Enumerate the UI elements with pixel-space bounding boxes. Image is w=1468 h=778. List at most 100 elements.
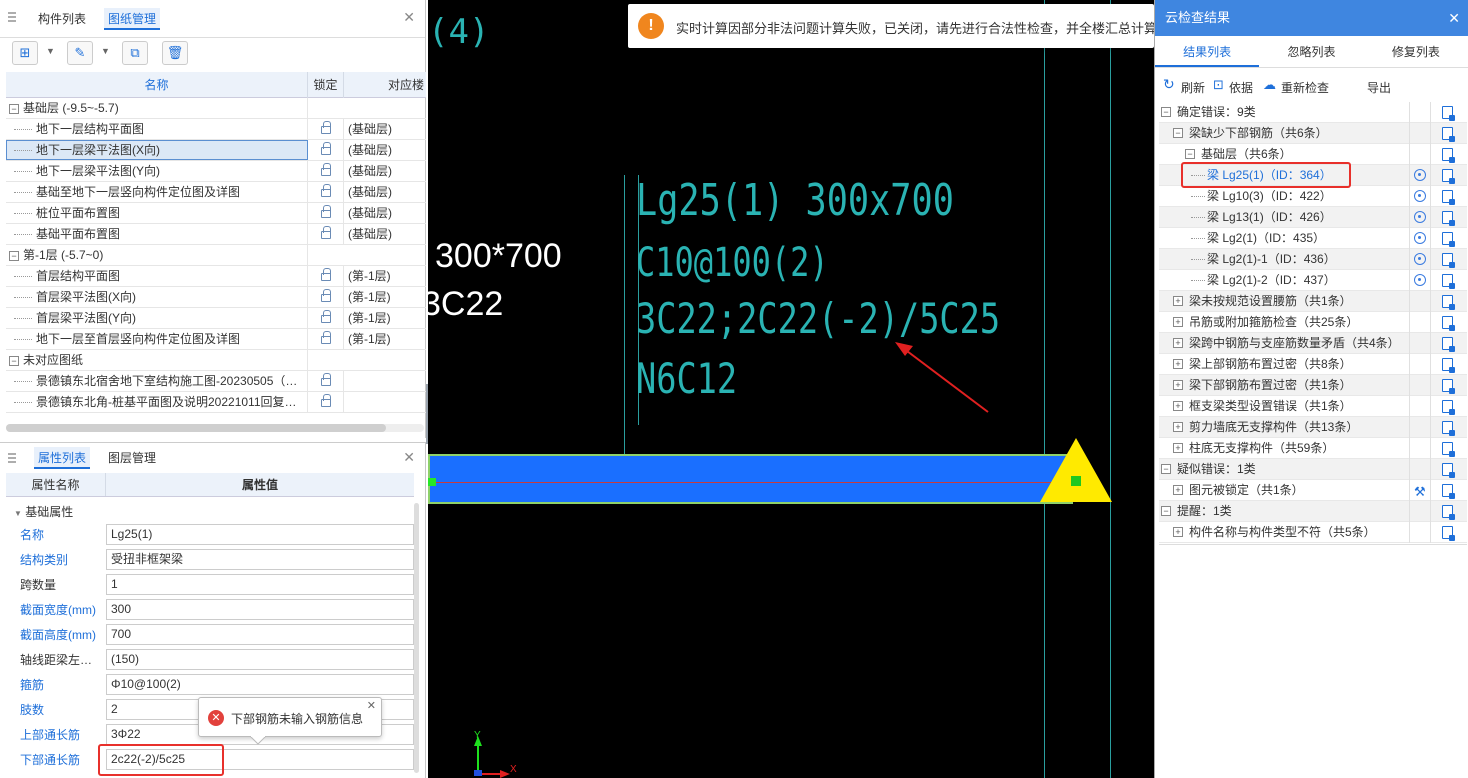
lock-icon[interactable] xyxy=(320,331,331,344)
drawing-group-row[interactable]: − 未对应图纸 xyxy=(6,350,426,371)
tab-layer-management[interactable]: 图层管理 xyxy=(104,447,160,469)
document-icon[interactable] xyxy=(1442,295,1455,310)
check-tree-row[interactable]: + 梁未按规范设置腰筋（共1条） xyxy=(1159,291,1467,312)
collapse-icon[interactable]: − xyxy=(1161,464,1171,474)
drawing-row[interactable]: 桩位平面布置图 (基础层) xyxy=(6,203,426,224)
tab-ignore-list[interactable]: 忽略列表 xyxy=(1259,36,1363,67)
check-tree-row[interactable]: − 疑似错误：1类 xyxy=(1159,459,1467,480)
basis-button[interactable]: 依据 xyxy=(1229,79,1253,96)
check-tree-row[interactable]: + 构件名称与构件类型不符（共5条） xyxy=(1159,522,1467,543)
check-tree-row[interactable]: 梁 Lg2(1)-2（ID：437） xyxy=(1159,270,1467,291)
cloud-recheck-icon[interactable]: ☁ xyxy=(1263,77,1276,93)
col-floor[interactable]: 对应楼 xyxy=(344,72,426,98)
drawing-group-row[interactable]: − 基础层 (-9.5~-5.7) xyxy=(6,98,426,119)
document-icon[interactable] xyxy=(1442,337,1455,352)
expand-icon[interactable]: + xyxy=(1173,338,1183,348)
beam-grip[interactable] xyxy=(428,478,436,486)
property-value-field[interactable]: 700 xyxy=(106,624,414,645)
chevron-down-icon[interactable]: ▼ xyxy=(46,46,55,56)
close-icon[interactable]: ✕ xyxy=(403,449,415,466)
drawing-row[interactable]: 地下一层梁平法图(X向) (基础层) xyxy=(6,140,426,161)
lock-cell[interactable] xyxy=(308,140,344,160)
check-tree-row[interactable]: − 确定错误：9类 xyxy=(1159,102,1467,123)
recheck-button[interactable]: 重新检查 xyxy=(1281,79,1329,96)
expand-icon[interactable]: + xyxy=(1173,422,1183,432)
refresh-button[interactable]: 刷新 xyxy=(1181,79,1205,96)
beam-element[interactable] xyxy=(428,454,1073,504)
document-icon[interactable] xyxy=(1442,358,1455,373)
drawing-group-row[interactable]: − 第-1层 (-5.7~0) xyxy=(6,245,426,266)
drawing-row[interactable]: 基础至地下一层竖向构件定位图及详图 (基础层) xyxy=(6,182,426,203)
column-triangle[interactable] xyxy=(1038,436,1114,504)
drawing-row[interactable]: 景德镇东北角-桩基平面图及说明20221011回复… xyxy=(6,392,426,413)
chevron-down-icon[interactable]: ▼ xyxy=(101,46,110,56)
edit-drawing-icon[interactable]: ✎ xyxy=(67,41,93,65)
document-icon[interactable] xyxy=(1442,379,1455,394)
lock-cell[interactable] xyxy=(308,287,344,307)
lock-cell[interactable] xyxy=(308,119,344,139)
locate-target-icon[interactable] xyxy=(1414,274,1426,286)
document-icon[interactable] xyxy=(1442,505,1455,520)
drawing-row[interactable]: 地下一层至首层竖向构件定位图及详图 (第-1层) xyxy=(6,329,426,350)
cad-canvas[interactable]: (4) 300*700 3C22 Lg25(1) 300x700 C10@100… xyxy=(428,0,1154,778)
check-tree-row[interactable]: + 梁上部钢筋布置过密（共8条） xyxy=(1159,354,1467,375)
document-icon[interactable] xyxy=(1442,274,1455,289)
lock-icon[interactable] xyxy=(320,268,331,281)
delete-icon[interactable]: 🗑 xyxy=(162,41,188,65)
locate-target-icon[interactable] xyxy=(1414,190,1426,202)
copy-drawing-icon[interactable]: ⧉ xyxy=(122,41,148,65)
tab-drawing-management[interactable]: 图纸管理 xyxy=(104,8,161,30)
lock-icon[interactable] xyxy=(320,184,331,197)
refresh-icon[interactable]: ↻ xyxy=(1163,76,1175,93)
property-value-field[interactable]: (150) xyxy=(106,649,414,670)
basis-icon[interactable]: ⊡ xyxy=(1213,77,1224,93)
lock-icon[interactable] xyxy=(320,142,331,155)
expand-icon[interactable]: + xyxy=(1173,443,1183,453)
lock-icon[interactable] xyxy=(320,373,331,386)
locate-target-icon[interactable] xyxy=(1414,232,1426,244)
lock-cell[interactable] xyxy=(308,224,344,244)
drag-grip-icon[interactable] xyxy=(8,453,16,465)
check-tree-row[interactable]: − 梁缺少下部钢筋（共6条） xyxy=(1159,123,1467,144)
expand-icon[interactable]: + xyxy=(1173,380,1183,390)
lock-cell[interactable] xyxy=(308,308,344,328)
check-tree-row[interactable]: + 剪力墙底无支撑构件（共13条） xyxy=(1159,417,1467,438)
tab-property-list[interactable]: 属性列表 xyxy=(34,447,91,469)
document-icon[interactable] xyxy=(1442,169,1455,184)
col-lock[interactable]: 锁定 xyxy=(308,72,344,98)
lock-cell[interactable] xyxy=(308,371,344,391)
collapse-icon[interactable]: − xyxy=(9,250,19,261)
property-value-field[interactable]: Lg25(1) xyxy=(106,524,414,545)
lock-cell[interactable] xyxy=(308,203,344,223)
check-tree-row[interactable]: + 图元被锁定（共1条） ⚒ xyxy=(1159,480,1467,501)
tooltip-close-icon[interactable]: ✕ xyxy=(367,699,376,712)
drawing-row[interactable]: 基础平面布置图 (基础层) xyxy=(6,224,426,245)
drawing-row[interactable]: 首层梁平法图(X向) (第-1层) xyxy=(6,287,426,308)
collapse-icon[interactable]: − xyxy=(1185,149,1195,159)
tab-result-list[interactable]: 结果列表 xyxy=(1155,36,1260,67)
document-icon[interactable] xyxy=(1442,442,1455,457)
lock-cell[interactable] xyxy=(308,266,344,286)
close-icon[interactable]: ✕ xyxy=(403,9,415,26)
locate-target-icon[interactable] xyxy=(1414,253,1426,265)
lock-icon[interactable] xyxy=(320,226,331,239)
document-icon[interactable] xyxy=(1442,148,1455,163)
check-tree-row[interactable]: + 梁下部钢筋布置过密（共1条） xyxy=(1159,375,1467,396)
document-icon[interactable] xyxy=(1442,316,1455,331)
lock-cell[interactable] xyxy=(308,161,344,181)
lock-icon[interactable] xyxy=(320,163,331,176)
document-icon[interactable] xyxy=(1442,190,1455,205)
drawing-row[interactable]: 首层梁平法图(Y向) (第-1层) xyxy=(6,308,426,329)
check-tree-row[interactable]: 梁 Lg2(1)（ID：435） xyxy=(1159,228,1467,249)
document-icon[interactable] xyxy=(1442,232,1455,247)
collapse-icon[interactable]: − xyxy=(9,355,19,366)
col-name[interactable]: 名称 xyxy=(6,72,308,98)
collapse-icon[interactable]: − xyxy=(9,103,19,114)
drawing-row[interactable]: 景德镇东北宿舍地下室结构施工图-20230505（… xyxy=(6,371,426,392)
expand-icon[interactable]: + xyxy=(1173,527,1183,537)
property-value-field[interactable]: 受扭非框架梁 xyxy=(106,549,414,570)
export-button[interactable]: 导出 xyxy=(1367,79,1391,96)
section-header[interactable]: ▼ 基础属性 xyxy=(14,503,73,520)
check-tree-row[interactable]: + 柱底无支撑构件（共59条） xyxy=(1159,438,1467,459)
document-icon[interactable] xyxy=(1442,127,1455,142)
